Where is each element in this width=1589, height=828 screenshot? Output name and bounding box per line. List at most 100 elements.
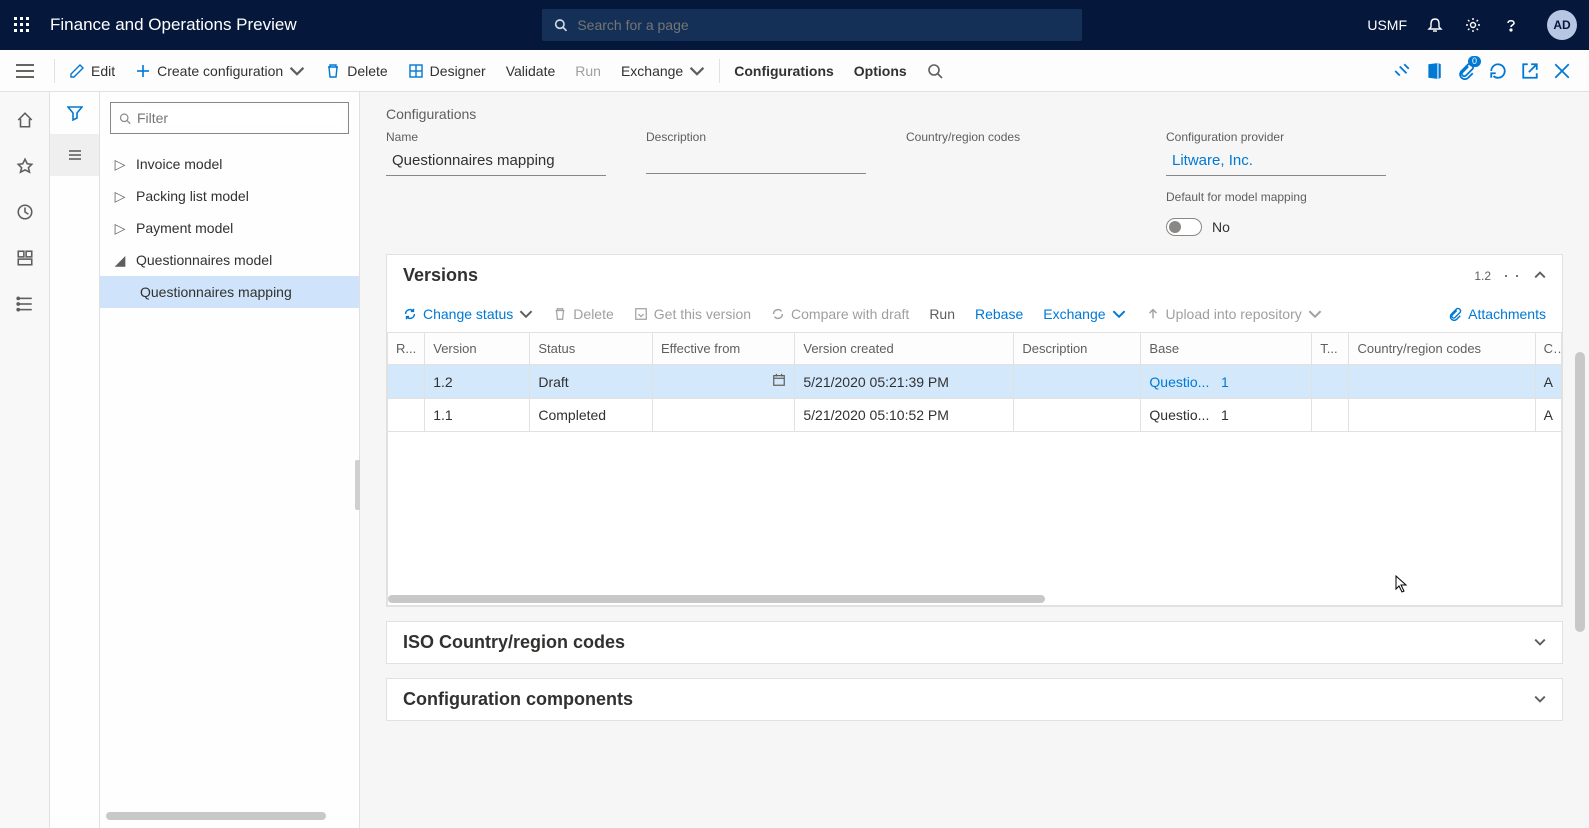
side-tools — [50, 92, 100, 828]
edit-button[interactable]: Edit — [59, 57, 125, 85]
related-info-icon[interactable] — [50, 134, 99, 176]
home-icon[interactable] — [5, 102, 45, 138]
version-run-button[interactable]: Run — [921, 302, 963, 326]
refresh-icon[interactable] — [1489, 62, 1507, 80]
popout-icon[interactable] — [1521, 62, 1539, 80]
tree-item-invoice-model[interactable]: ▷ Invoice model — [100, 148, 359, 180]
search-icon — [554, 18, 567, 32]
tree-label: Payment model — [136, 220, 233, 236]
compare-label: Compare with draft — [791, 306, 909, 322]
table-hscroll[interactable] — [387, 592, 1562, 606]
tree-hscroll[interactable] — [106, 812, 353, 822]
default-mapping-toggle[interactable] — [1166, 218, 1202, 236]
col-country[interactable]: Country/region codes — [1349, 333, 1535, 365]
versions-header[interactable]: Versions 1.2 · · — [387, 255, 1562, 296]
provider-value[interactable]: Litware, Inc. — [1166, 148, 1386, 176]
create-configuration-button[interactable]: Create configuration — [125, 57, 315, 85]
company-code[interactable]: USMF — [1367, 17, 1407, 33]
cell-effective[interactable] — [653, 399, 795, 432]
cell-description — [1014, 399, 1141, 432]
recent-icon[interactable] — [5, 194, 45, 230]
components-header[interactable]: Configuration components — [387, 679, 1562, 720]
tree-label: Packing list model — [136, 188, 249, 204]
col-created[interactable]: Version created — [795, 333, 1014, 365]
col-effective[interactable]: Effective from — [653, 333, 795, 365]
tree-label: Invoice model — [136, 156, 222, 172]
col-status[interactable]: Status — [530, 333, 653, 365]
sync-icon — [771, 307, 785, 321]
tree-item-questionnaires-model[interactable]: ◢ Questionnaires model — [100, 244, 359, 276]
waffle-icon[interactable] — [12, 15, 32, 35]
col-c[interactable]: C… — [1535, 333, 1561, 365]
versions-table: R... Version Status Effective from Versi… — [387, 332, 1562, 432]
designer-label: Designer — [430, 63, 486, 79]
favorites-icon[interactable] — [5, 148, 45, 184]
name-value[interactable]: Questionnaires mapping — [386, 148, 606, 176]
tree-item-packing-list-model[interactable]: ▷ Packing list model — [100, 180, 359, 212]
actionbar-search-button[interactable] — [917, 57, 953, 85]
run-button: Run — [565, 57, 611, 85]
delete-button[interactable]: Delete — [315, 57, 397, 85]
tree-filter[interactable] — [110, 102, 349, 134]
options-tab[interactable]: Options — [844, 57, 917, 85]
tree-filter-input[interactable] — [137, 110, 340, 126]
change-status-button[interactable]: Change status — [395, 302, 541, 326]
search-input[interactable] — [577, 17, 1070, 33]
configurations-tab[interactable]: Configurations — [724, 57, 844, 85]
help-icon[interactable] — [1501, 15, 1521, 35]
change-status-label: Change status — [423, 306, 513, 322]
rebase-button[interactable]: Rebase — [967, 302, 1031, 326]
version-exchange-button[interactable]: Exchange — [1035, 302, 1133, 326]
global-search[interactable] — [542, 9, 1082, 41]
cell-created: 5/21/2020 05:10:52 PM — [795, 399, 1014, 432]
tree-label: Questionnaires model — [136, 252, 272, 268]
tree-item-questionnaires-mapping[interactable]: Questionnaires mapping — [100, 276, 359, 308]
calendar-icon[interactable] — [772, 373, 786, 390]
cell-base[interactable]: Questio... 1 — [1141, 365, 1312, 399]
col-base[interactable]: Base — [1141, 333, 1312, 365]
col-r[interactable]: R... — [388, 333, 425, 365]
exchange-button[interactable]: Exchange — [611, 57, 715, 85]
versions-panel: Versions 1.2 · · Change status Delete — [386, 254, 1563, 607]
bell-icon[interactable] — [1425, 15, 1445, 35]
close-icon[interactable] — [1553, 62, 1571, 80]
filter-pane-icon[interactable] — [50, 92, 99, 134]
table-row[interactable]: 1.1 Completed 5/21/2020 05:10:52 PM Ques… — [388, 399, 1562, 432]
attachments-label: Attachments — [1468, 306, 1546, 322]
trash-icon — [325, 63, 341, 79]
modules-icon[interactable] — [5, 286, 45, 322]
tree-item-payment-model[interactable]: ▷ Payment model — [100, 212, 359, 244]
cell-status: Draft — [530, 365, 653, 399]
chevron-down-icon — [289, 63, 305, 79]
office-icon[interactable] — [1425, 62, 1443, 80]
gear-icon[interactable] — [1463, 15, 1483, 35]
col-version[interactable]: Version — [425, 333, 530, 365]
personalize-icon[interactable] — [1393, 62, 1411, 80]
attachments-button[interactable]: Attachments — [1440, 302, 1554, 326]
chevron-right-icon: ▷ — [114, 220, 126, 237]
workspaces-icon[interactable] — [5, 240, 45, 276]
attachments-icon[interactable]: 0 — [1457, 62, 1475, 80]
col-description[interactable]: Description — [1014, 333, 1141, 365]
paperclip-icon — [1448, 307, 1462, 321]
designer-button[interactable]: Designer — [398, 57, 496, 85]
cell-base[interactable]: Questio... 1 — [1141, 399, 1312, 432]
chevron-down-icon — [1534, 689, 1546, 710]
chevron-down-icon — [519, 307, 533, 321]
avatar[interactable]: AD — [1547, 10, 1577, 40]
field-provider: Configuration provider Litware, Inc. Def… — [1166, 130, 1386, 236]
exchange-label: Exchange — [621, 63, 683, 79]
table-row[interactable]: 1.2 Draft 5/21/2020 05:21:39 PM Questio.… — [388, 365, 1562, 399]
content-scrollbar[interactable] — [1575, 352, 1585, 632]
attach-count: 0 — [1468, 56, 1481, 67]
iso-header[interactable]: ISO Country/region codes — [387, 622, 1562, 663]
col-t[interactable]: T... — [1312, 333, 1349, 365]
nav-hamburger-icon[interactable] — [0, 64, 50, 78]
tree-pane: ▷ Invoice model ▷ Packing list model ▷ P… — [100, 92, 360, 828]
more-icon[interactable]: · · — [1503, 265, 1520, 286]
validate-button[interactable]: Validate — [496, 57, 566, 85]
designer-icon — [408, 63, 424, 79]
description-value[interactable] — [646, 148, 866, 174]
cell-effective[interactable] — [653, 365, 795, 399]
name-label: Name — [386, 130, 606, 144]
